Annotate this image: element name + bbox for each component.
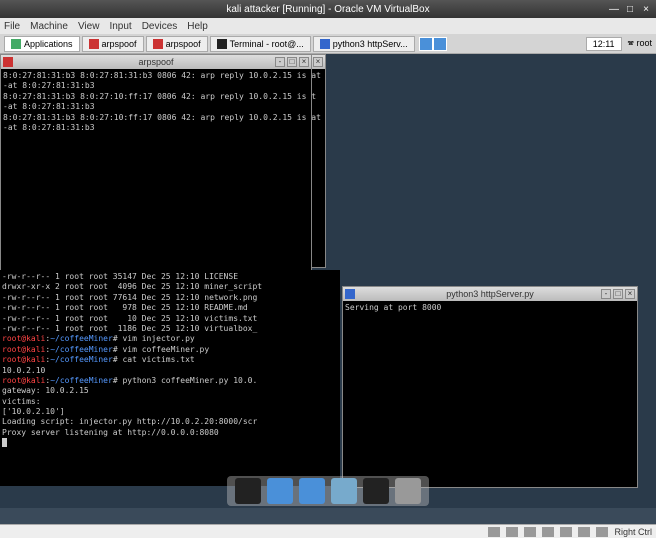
maximize-icon[interactable]: □: [287, 57, 297, 67]
terminal-output[interactable]: 8:0:27:81:31:b3 8:0:27:81:31:b3 0806 42:…: [1, 69, 311, 283]
window-terminal-main: -rw-r--r-- 1 root root 35147 Dec 25 12:1…: [0, 270, 340, 486]
taskbar-tab-terminal[interactable]: Terminal - root@...: [210, 36, 311, 52]
taskbar-tab-arpspoof-1[interactable]: arpspoof: [82, 36, 144, 52]
terminal-output[interactable]: -rw-r--r-- 1 root root 35147 Dec 25 12:1…: [0, 270, 340, 486]
maximize-icon[interactable]: □: [613, 289, 623, 299]
dock-files-icon[interactable]: [267, 478, 293, 504]
virtualbox-statusbar: Right Ctrl: [0, 524, 656, 538]
window-titlebar[interactable]: arpspoof -□×: [1, 55, 311, 69]
terminal-icon: [89, 39, 99, 49]
maximize-icon[interactable]: □: [624, 3, 636, 15]
window-arpspoof-2: arpspoof -□× 8:0:27:81:31:b3 8:0:27:81:3…: [0, 54, 312, 284]
vm-title-text: kali attacker [Running] - Oracle VM Virt…: [226, 4, 429, 15]
app-icon: [3, 57, 13, 67]
close-icon[interactable]: ×: [625, 289, 635, 299]
minimize-icon[interactable]: —: [608, 3, 620, 15]
status-record-icon[interactable]: [578, 527, 590, 537]
taskbar-tab-python[interactable]: python3 httpServ...: [313, 36, 415, 52]
terminal-output[interactable]: Serving at port 8000: [343, 301, 637, 487]
close-icon[interactable]: ×: [299, 57, 309, 67]
dock-settings-icon[interactable]: [299, 478, 325, 504]
dock-trash-icon[interactable]: [395, 478, 421, 504]
window-titlebar[interactable]: python3 httpServer.py -□×: [343, 287, 637, 301]
applications-menu[interactable]: Applications: [4, 36, 80, 52]
virtualbox-menubar: File Machine View Input Devices Help: [0, 18, 656, 34]
clock[interactable]: 12:11: [586, 37, 622, 51]
window-httpserver: python3 httpServer.py -□× Serving at por…: [342, 286, 638, 488]
status-shared-icon[interactable]: [542, 527, 554, 537]
virtualbox-titlebar: kali attacker [Running] - Oracle VM Virt…: [0, 0, 656, 18]
dock-search-icon[interactable]: [363, 478, 389, 504]
dock-folder-icon[interactable]: [331, 478, 357, 504]
menu-devices[interactable]: Devices: [142, 21, 178, 32]
terminal-icon: [153, 39, 163, 49]
status-network-icon[interactable]: [506, 527, 518, 537]
status-usb-icon[interactable]: [524, 527, 536, 537]
app-icon: [345, 289, 355, 299]
kali-icon: [11, 39, 21, 49]
terminal-icon: [217, 39, 227, 49]
close-icon[interactable]: ×: [313, 57, 323, 67]
menu-machine[interactable]: Machine: [30, 21, 68, 32]
terminal-icon: [320, 39, 330, 49]
host-key-label: Right Ctrl: [614, 527, 652, 537]
minimize-icon[interactable]: -: [275, 57, 285, 67]
taskbar-tab-arpspoof-2[interactable]: arpspoof: [146, 36, 208, 52]
menu-input[interactable]: Input: [109, 21, 131, 32]
menu-file[interactable]: File: [4, 21, 20, 32]
menu-help[interactable]: Help: [187, 21, 208, 32]
close-icon[interactable]: ×: [640, 3, 652, 15]
desktop: arpspoof -□× 8:0:27:81:31:b3 8:0:27:81:3…: [0, 54, 656, 508]
workspace-switcher[interactable]: [419, 37, 447, 51]
status-mouse-icon[interactable]: [596, 527, 608, 537]
dock-terminal-icon[interactable]: [235, 478, 261, 504]
status-display-icon[interactable]: [560, 527, 572, 537]
kali-taskbar: Applications arpspoof arpspoof Terminal …: [0, 34, 656, 54]
user-label[interactable]: 🕿 root: [628, 38, 652, 49]
status-disk-icon[interactable]: [488, 527, 500, 537]
menu-view[interactable]: View: [78, 21, 100, 32]
dock: [227, 476, 429, 506]
minimize-icon[interactable]: -: [601, 289, 611, 299]
